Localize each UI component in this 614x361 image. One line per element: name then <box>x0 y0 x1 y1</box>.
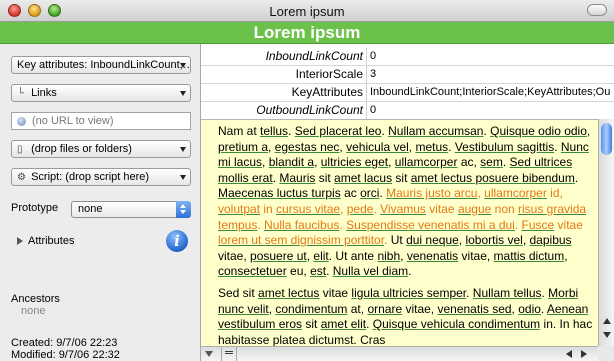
resize-corner[interactable] <box>598 346 614 361</box>
attribute-row[interactable]: InboundLinkCount 0 <box>201 48 614 66</box>
attributes-disclosure-triangle[interactable] <box>17 237 23 245</box>
scroll-up-arrow-icon[interactable] <box>603 318 611 324</box>
attribute-name: InboundLinkCount <box>265 49 363 63</box>
window-title: Lorem ipsum <box>269 4 345 19</box>
popup-arrow-icon <box>180 147 186 152</box>
globe-icon <box>17 116 26 126</box>
files-popup[interactable]: ▯ (drop files or folders) <box>11 140 191 158</box>
column-divider <box>366 66 367 83</box>
popup-arrow-icon <box>180 175 186 180</box>
split-view-icon[interactable]: ═ <box>221 347 237 361</box>
scroll-left-arrow-icon[interactable] <box>566 350 572 358</box>
attribute-row[interactable]: KeyAttributes InboundLinkCount;InteriorS… <box>201 84 614 102</box>
column-divider <box>366 48 367 65</box>
column-divider <box>366 102 367 119</box>
attribute-name: InteriorScale <box>295 67 363 81</box>
links-label: Links <box>31 87 57 99</box>
prototype-select[interactable]: none <box>71 201 191 218</box>
window-titlebar[interactable]: Lorem ipsum <box>0 0 614 22</box>
attribute-name: OutboundLinkCount <box>256 103 363 117</box>
ancestors-value: none <box>21 305 46 317</box>
script-popup[interactable]: ⚙ Script: (drop script here) <box>11 168 191 186</box>
popup-arrow-icon <box>180 63 186 68</box>
created-timestamp: Created: 9/7/06 22:23 <box>11 337 118 349</box>
attribute-value[interactable]: 0 <box>370 48 610 65</box>
links-icon: └ <box>17 88 25 99</box>
scroll-thumb[interactable] <box>601 123 612 155</box>
files-label: (drop files or folders) <box>31 143 132 155</box>
attribute-name: KeyAttributes <box>291 85 363 99</box>
prototype-value: none <box>78 203 103 215</box>
file-icon: ▯ <box>17 144 23 155</box>
attribute-value[interactable]: 3 <box>370 66 610 83</box>
column-divider <box>366 84 367 101</box>
toolbar-toggle-button[interactable] <box>587 4 607 16</box>
links-popup[interactable]: └ Links <box>11 84 191 102</box>
text-menu-icon[interactable] <box>205 351 213 357</box>
attribute-value[interactable]: 0 <box>370 102 610 119</box>
left-panel: Key attributes: InboundLinkCount,… └ Lin… <box>0 44 201 361</box>
scroll-down-arrow-icon[interactable] <box>603 332 611 338</box>
scroll-right-arrow-icon[interactable] <box>581 350 587 358</box>
vertical-scrollbar[interactable] <box>598 119 614 346</box>
attribute-row[interactable]: InteriorScale 3 <box>201 66 614 84</box>
note-text-area[interactable]: Nam at tellus. Sed placerat leo. Nullam … <box>201 119 598 346</box>
attributes-label: Attributes <box>28 235 75 247</box>
ancestors-label: Ancestors <box>11 293 60 305</box>
attribute-value[interactable]: InboundLinkCount;InteriorScale;KeyAttrib… <box>370 84 610 101</box>
script-icon: ⚙ <box>17 172 26 183</box>
select-stepper-icon <box>176 201 191 218</box>
info-icon[interactable]: i <box>166 230 188 252</box>
popup-arrow-icon <box>180 91 186 96</box>
text-paragraph: Sed sit amet lectus vitae ligula ultrici… <box>218 285 593 346</box>
url-placeholder: (no URL to view) <box>32 115 114 127</box>
attribute-row[interactable]: OutboundLinkCount 0 <box>201 102 614 120</box>
note-title-banner: Lorem ipsum <box>0 22 614 44</box>
horizontal-scrollbar[interactable]: ═ <box>201 346 598 361</box>
key-attributes-popup[interactable]: Key attributes: InboundLinkCount,… <box>11 56 191 74</box>
url-field[interactable]: (no URL to view) <box>11 112 191 130</box>
key-attributes-label: Key attributes: InboundLinkCount,… <box>17 59 191 71</box>
modified-timestamp: Modified: 9/7/06 22:32 <box>11 349 120 361</box>
script-label: Script: (drop script here) <box>31 171 150 183</box>
prototype-label: Prototype <box>11 202 59 214</box>
text-paragraph: Nam at tellus. Sed placerat leo. Nullam … <box>218 124 591 279</box>
